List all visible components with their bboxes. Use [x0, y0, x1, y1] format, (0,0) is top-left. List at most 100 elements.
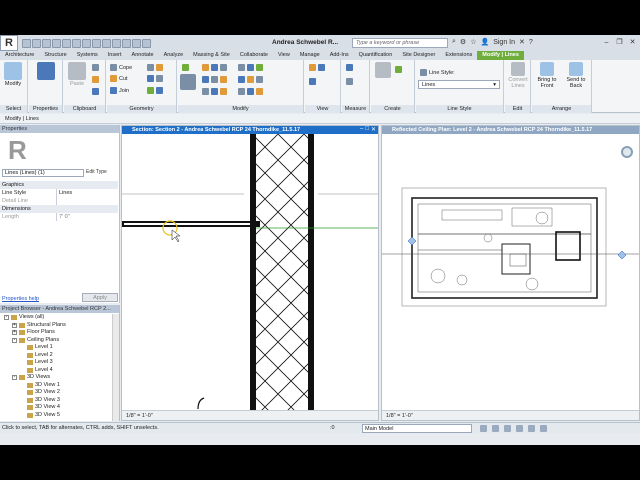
create-similar-button[interactable]: [395, 66, 402, 73]
cut-small-button[interactable]: [92, 76, 99, 83]
properties-help-link[interactable]: Properties help: [2, 296, 39, 302]
scale-button[interactable]: [202, 88, 227, 95]
thin-lines-icon[interactable]: [122, 38, 131, 48]
bring-to-front-button[interactable]: Bring to Front: [534, 62, 560, 89]
tab-add-ins[interactable]: Add-Ins: [325, 51, 354, 60]
close-view-icon[interactable]: ✕: [371, 126, 376, 133]
workset-counter[interactable]: :0: [330, 423, 335, 434]
browser-node[interactable]: - Views (all): [0, 314, 112, 322]
minimize-icon[interactable]: –: [601, 37, 612, 47]
dimension-button[interactable]: [346, 78, 353, 85]
send-to-back-button[interactable]: Send to Back: [563, 62, 589, 89]
browser-node[interactable]: Level 3: [0, 359, 112, 367]
mirror-draw-button[interactable]: [238, 76, 263, 83]
section-drawing[interactable]: [122, 134, 379, 412]
line-style-dropdown[interactable]: Lines ▾: [418, 80, 500, 89]
help-icon[interactable]: ?: [529, 39, 533, 46]
search-icon[interactable]: ⌕: [452, 38, 456, 46]
design-option-dropdown[interactable]: Main Model: [362, 424, 472, 433]
join-button[interactable]: Join: [110, 87, 129, 94]
favorites-icon[interactable]: ☆: [470, 38, 476, 46]
section-scale[interactable]: 1/8" = 1'-0": [126, 413, 153, 419]
select-underlay-icon[interactable]: [492, 425, 499, 432]
copy-button[interactable]: [238, 64, 263, 71]
ceiling-plan-view-window[interactable]: Reflected Ceiling Plan: Level 2 - Andrea…: [381, 125, 640, 421]
steering-wheel-icon[interactable]: [621, 146, 633, 158]
section-view-title[interactable]: Section: Section 2 - Andrea Schwebel RCP…: [122, 126, 378, 134]
text-icon[interactable]: [92, 38, 101, 48]
expand-toggle-icon[interactable]: +: [12, 330, 17, 336]
application-menu-button[interactable]: R: [0, 35, 18, 51]
tab-structure[interactable]: Structure: [39, 51, 71, 60]
expand-toggle-icon[interactable]: +: [12, 322, 17, 328]
tab-modify-lines[interactable]: Modify | Lines: [477, 51, 524, 60]
ceiling-plan-view-title[interactable]: Reflected Ceiling Plan: Level 2 - Andrea…: [382, 126, 639, 134]
tab-architecture[interactable]: Architecture: [0, 51, 39, 60]
browser-node[interactable]: 3D View 4: [0, 404, 112, 412]
select-links-icon[interactable]: [480, 425, 487, 432]
switch-windows-icon[interactable]: [142, 38, 151, 48]
copy-small-button[interactable]: [92, 64, 99, 71]
wall-joins-button[interactable]: [147, 64, 163, 71]
offset-button[interactable]: [202, 64, 227, 71]
extend-button[interactable]: [238, 88, 263, 95]
close-windows-icon[interactable]: [132, 38, 141, 48]
user-icon[interactable]: 👤: [480, 38, 489, 46]
cope-button[interactable]: Cope: [110, 64, 132, 71]
linework-button[interactable]: [309, 78, 316, 85]
section-view-window[interactable]: Section: Section 2 - Andrea Schwebel RCP…: [121, 125, 379, 421]
browser-node[interactable]: - Ceiling Plans: [0, 337, 112, 345]
ceiling-plan-drawing[interactable]: [382, 134, 640, 412]
tab-extensions[interactable]: Extensions: [440, 51, 477, 60]
select-by-face-icon[interactable]: [516, 425, 523, 432]
sync-icon[interactable]: [42, 38, 51, 48]
browser-node[interactable]: Level 1: [0, 344, 112, 352]
tab-manage[interactable]: Manage: [295, 51, 325, 60]
type-selector[interactable]: Lines (Lines) (1): [2, 169, 84, 177]
graphics-section[interactable]: Graphics: [0, 181, 118, 189]
hide-in-view-button[interactable]: [309, 64, 325, 71]
tab-view[interactable]: View: [273, 51, 295, 60]
exchange-icon[interactable]: ✕: [519, 38, 525, 46]
browser-scrollbar[interactable]: [112, 314, 119, 421]
select-panel-title[interactable]: Select: [0, 105, 27, 113]
sign-in-link[interactable]: Sign In: [493, 39, 515, 46]
undo-icon[interactable]: [52, 38, 61, 48]
measure-button[interactable]: [346, 64, 353, 71]
restore-icon[interactable]: ❐: [614, 37, 625, 47]
section-head-right[interactable]: [617, 250, 627, 260]
browser-node[interactable]: Level 2: [0, 352, 112, 360]
line-style-prop-value[interactable]: Lines: [56, 189, 118, 197]
browser-node[interactable]: 3D View 5: [0, 412, 112, 420]
ceiling-plan-scale[interactable]: 1/8" = 1'-0": [386, 413, 413, 419]
print-icon[interactable]: [72, 38, 81, 48]
subscription-icon[interactable]: ⚙: [460, 38, 466, 46]
properties-button[interactable]: [37, 62, 55, 81]
browser-node[interactable]: 3D View 3: [0, 397, 112, 405]
browser-node[interactable]: 3D View 2: [0, 389, 112, 397]
modify-button[interactable]: Modify: [4, 62, 22, 87]
maximize-view-icon[interactable]: □: [365, 126, 369, 133]
paste-button[interactable]: Paste: [68, 62, 86, 87]
save-icon[interactable]: [32, 38, 41, 48]
3d-view-icon[interactable]: [102, 38, 111, 48]
filter-icon[interactable]: [540, 425, 547, 432]
create-group-button[interactable]: [375, 62, 391, 79]
move-button[interactable]: [180, 74, 196, 91]
cut-geometry-button[interactable]: Cut: [110, 75, 128, 82]
select-pinned-icon[interactable]: [504, 425, 511, 432]
section-icon[interactable]: [112, 38, 121, 48]
tab-annotate[interactable]: Annotate: [127, 51, 159, 60]
remove-paint-button[interactable]: [147, 87, 163, 94]
edit-type-button[interactable]: Edit Type: [86, 169, 107, 175]
search-input[interactable]: Type a keyword or phrase: [352, 38, 448, 48]
trim-button[interactable]: [202, 76, 227, 83]
tab-analyze[interactable]: Analyze: [159, 51, 189, 60]
tab-insert[interactable]: Insert: [103, 51, 127, 60]
expand-toggle-icon[interactable]: -: [12, 375, 17, 381]
drag-elements-icon[interactable]: [528, 425, 535, 432]
measure-icon[interactable]: [82, 38, 91, 48]
browser-node[interactable]: + Floor Plans: [0, 329, 112, 337]
paint-button[interactable]: [147, 75, 163, 82]
tab-massing-site[interactable]: Massing & Site: [188, 51, 235, 60]
